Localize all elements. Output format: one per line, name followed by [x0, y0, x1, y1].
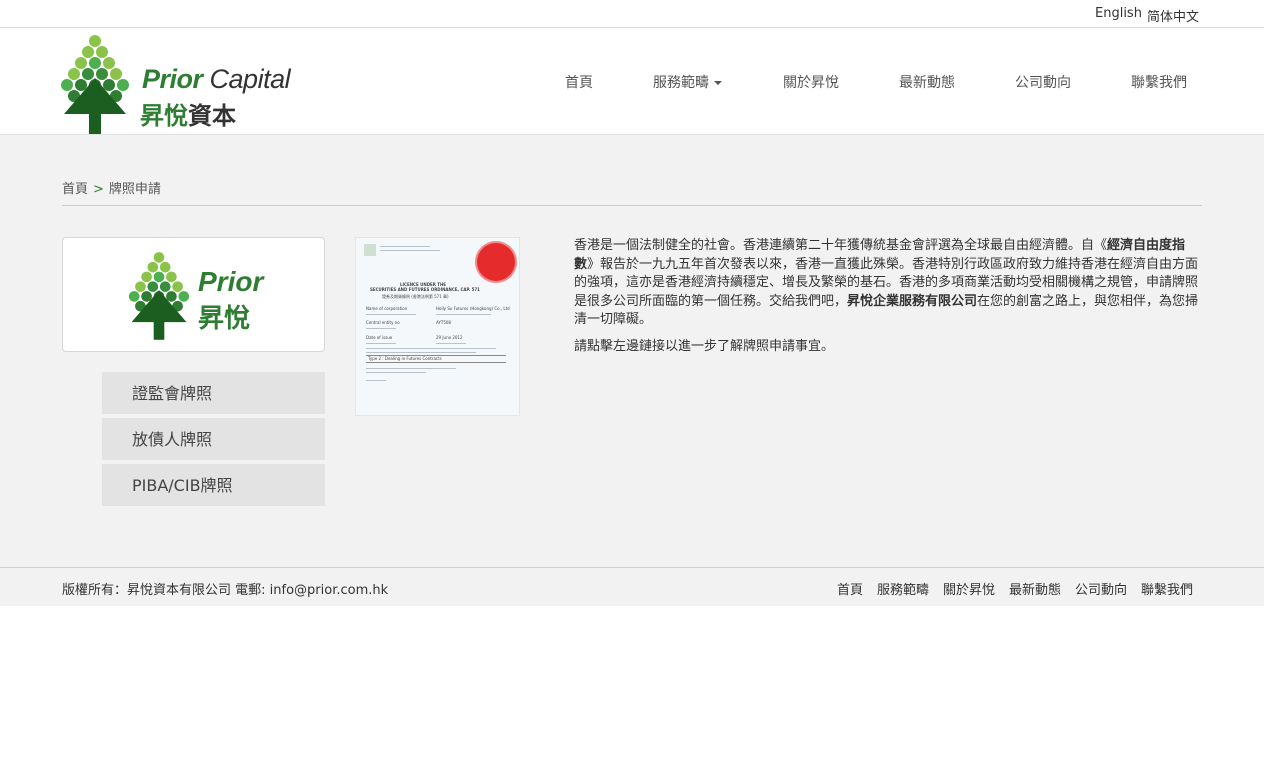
chevron-down-icon: [714, 81, 722, 85]
sidebar-item-sfc-licence[interactable]: 證監會牌照: [102, 372, 325, 414]
sidebar-logo-title: Prior: [198, 266, 264, 297]
sidebar-logo-box: Prior 昇悅: [62, 237, 325, 352]
site-header: Prior Capital 昇悅資本 首頁 服務範疇 關於昇悅 最新動態 公司動…: [0, 28, 1264, 135]
breadcrumb: 首頁 > 牌照申請: [62, 178, 161, 197]
sidebar-item-money-lender-licence[interactable]: 放債人牌照: [102, 418, 325, 460]
licence-certificate-image: LICENCE UNDER THE SECURITIES AND FUTURES…: [355, 237, 520, 416]
tree-logo-icon: [128, 252, 190, 340]
nav-home[interactable]: 首頁: [565, 72, 593, 92]
footer-link-services[interactable]: 服務範疇: [877, 579, 929, 598]
nav-contact[interactable]: 聯繫我們: [1131, 72, 1187, 92]
sidebar-item-piba-cib-licence[interactable]: PIBA/CIB牌照: [102, 464, 325, 506]
intro-paragraph: 香港是一個法制健全的社會。香港連續第二十年獲傳統基金會評選為全球最自由經濟體。自…: [574, 238, 1199, 327]
lang-simplified-chinese-link[interactable]: 简体中文: [1147, 6, 1199, 25]
lang-english-link[interactable]: English: [1095, 6, 1142, 21]
certificate-red-seal: [477, 243, 515, 281]
site-footer: 版權所有：昇悅資本有限公司 電郵: info@prior.com.hk 首頁 服…: [0, 567, 1264, 606]
footer-link-about[interactable]: 關於昇悅: [943, 579, 995, 598]
logo-title: Prior Capital: [142, 64, 291, 94]
instruction-paragraph: 請點擊左邊鏈接以進一步了解牌照申請事宜。: [574, 338, 835, 354]
footer-link-home[interactable]: 首頁: [837, 579, 863, 598]
nav-services[interactable]: 服務範疇: [653, 72, 722, 92]
footer-link-company-trends[interactable]: 公司動向: [1075, 579, 1127, 598]
breadcrumb-current: 牌照申請: [108, 182, 161, 197]
licence-intro-text: 香港是一個法制健全的社會。香港連續第二十年獲傳統基金會評選為全球最自由經濟體。自…: [574, 237, 1200, 364]
tree-logo-icon: [61, 35, 129, 134]
certificate-qr-code: [364, 244, 376, 256]
main-content: 首頁 > 牌照申請 Prior 昇悅 證監會牌照 放債人牌照 PIBA/CIB牌…: [0, 135, 1264, 567]
breadcrumb-separator: >: [93, 182, 104, 197]
breadcrumb-home-link[interactable]: 首頁: [62, 182, 88, 197]
site-logo[interactable]: Prior Capital 昇悅資本: [60, 32, 291, 136]
nav-about[interactable]: 關於昇悅: [783, 72, 839, 92]
footer-link-contact[interactable]: 聯繫我們: [1141, 579, 1193, 598]
footer-copyright: 版權所有：昇悅資本有限公司 電郵: info@prior.com.hk: [62, 583, 389, 598]
breadcrumb-divider: [62, 205, 1202, 206]
footer-link-news[interactable]: 最新動態: [1009, 579, 1061, 598]
language-bar: English 简体中文: [0, 0, 1264, 28]
logo-chinese-name: 昇悅資本: [140, 102, 236, 130]
sidebar-logo-chinese: 昇悅: [198, 304, 251, 334]
nav-company-trends[interactable]: 公司動向: [1015, 72, 1071, 92]
nav-news[interactable]: 最新動態: [899, 72, 955, 92]
